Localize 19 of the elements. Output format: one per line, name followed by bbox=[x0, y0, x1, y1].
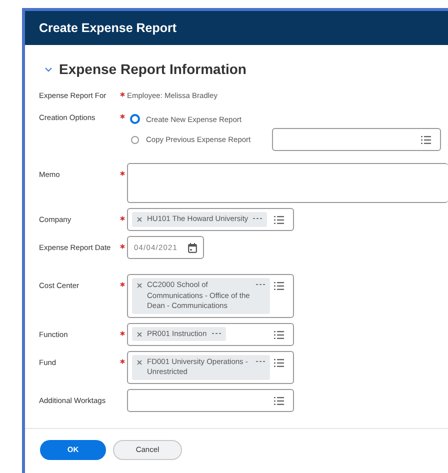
window-title: Create Expense Report bbox=[39, 21, 177, 35]
list-icon[interactable] bbox=[274, 216, 284, 224]
remove-icon[interactable] bbox=[137, 283, 142, 288]
list-icon[interactable] bbox=[274, 396, 284, 404]
list-icon[interactable] bbox=[274, 358, 284, 366]
remove-icon[interactable] bbox=[137, 217, 142, 222]
list-icon[interactable] bbox=[421, 136, 431, 144]
list-icon[interactable] bbox=[274, 330, 284, 338]
remove-icon[interactable] bbox=[137, 332, 142, 336]
prompt-field[interactable] bbox=[127, 388, 294, 412]
memo-field[interactable] bbox=[127, 163, 448, 203]
radio-button[interactable] bbox=[130, 114, 140, 124]
prompt-field[interactable] bbox=[272, 128, 441, 151]
list-icon[interactable] bbox=[274, 282, 284, 290]
section-title: Expense Report Information bbox=[59, 61, 246, 77]
radio-button[interactable] bbox=[131, 136, 139, 144]
calendar-icon[interactable] bbox=[188, 242, 197, 252]
remove-icon[interactable] bbox=[137, 360, 142, 364]
chevron-icon[interactable] bbox=[45, 66, 52, 72]
